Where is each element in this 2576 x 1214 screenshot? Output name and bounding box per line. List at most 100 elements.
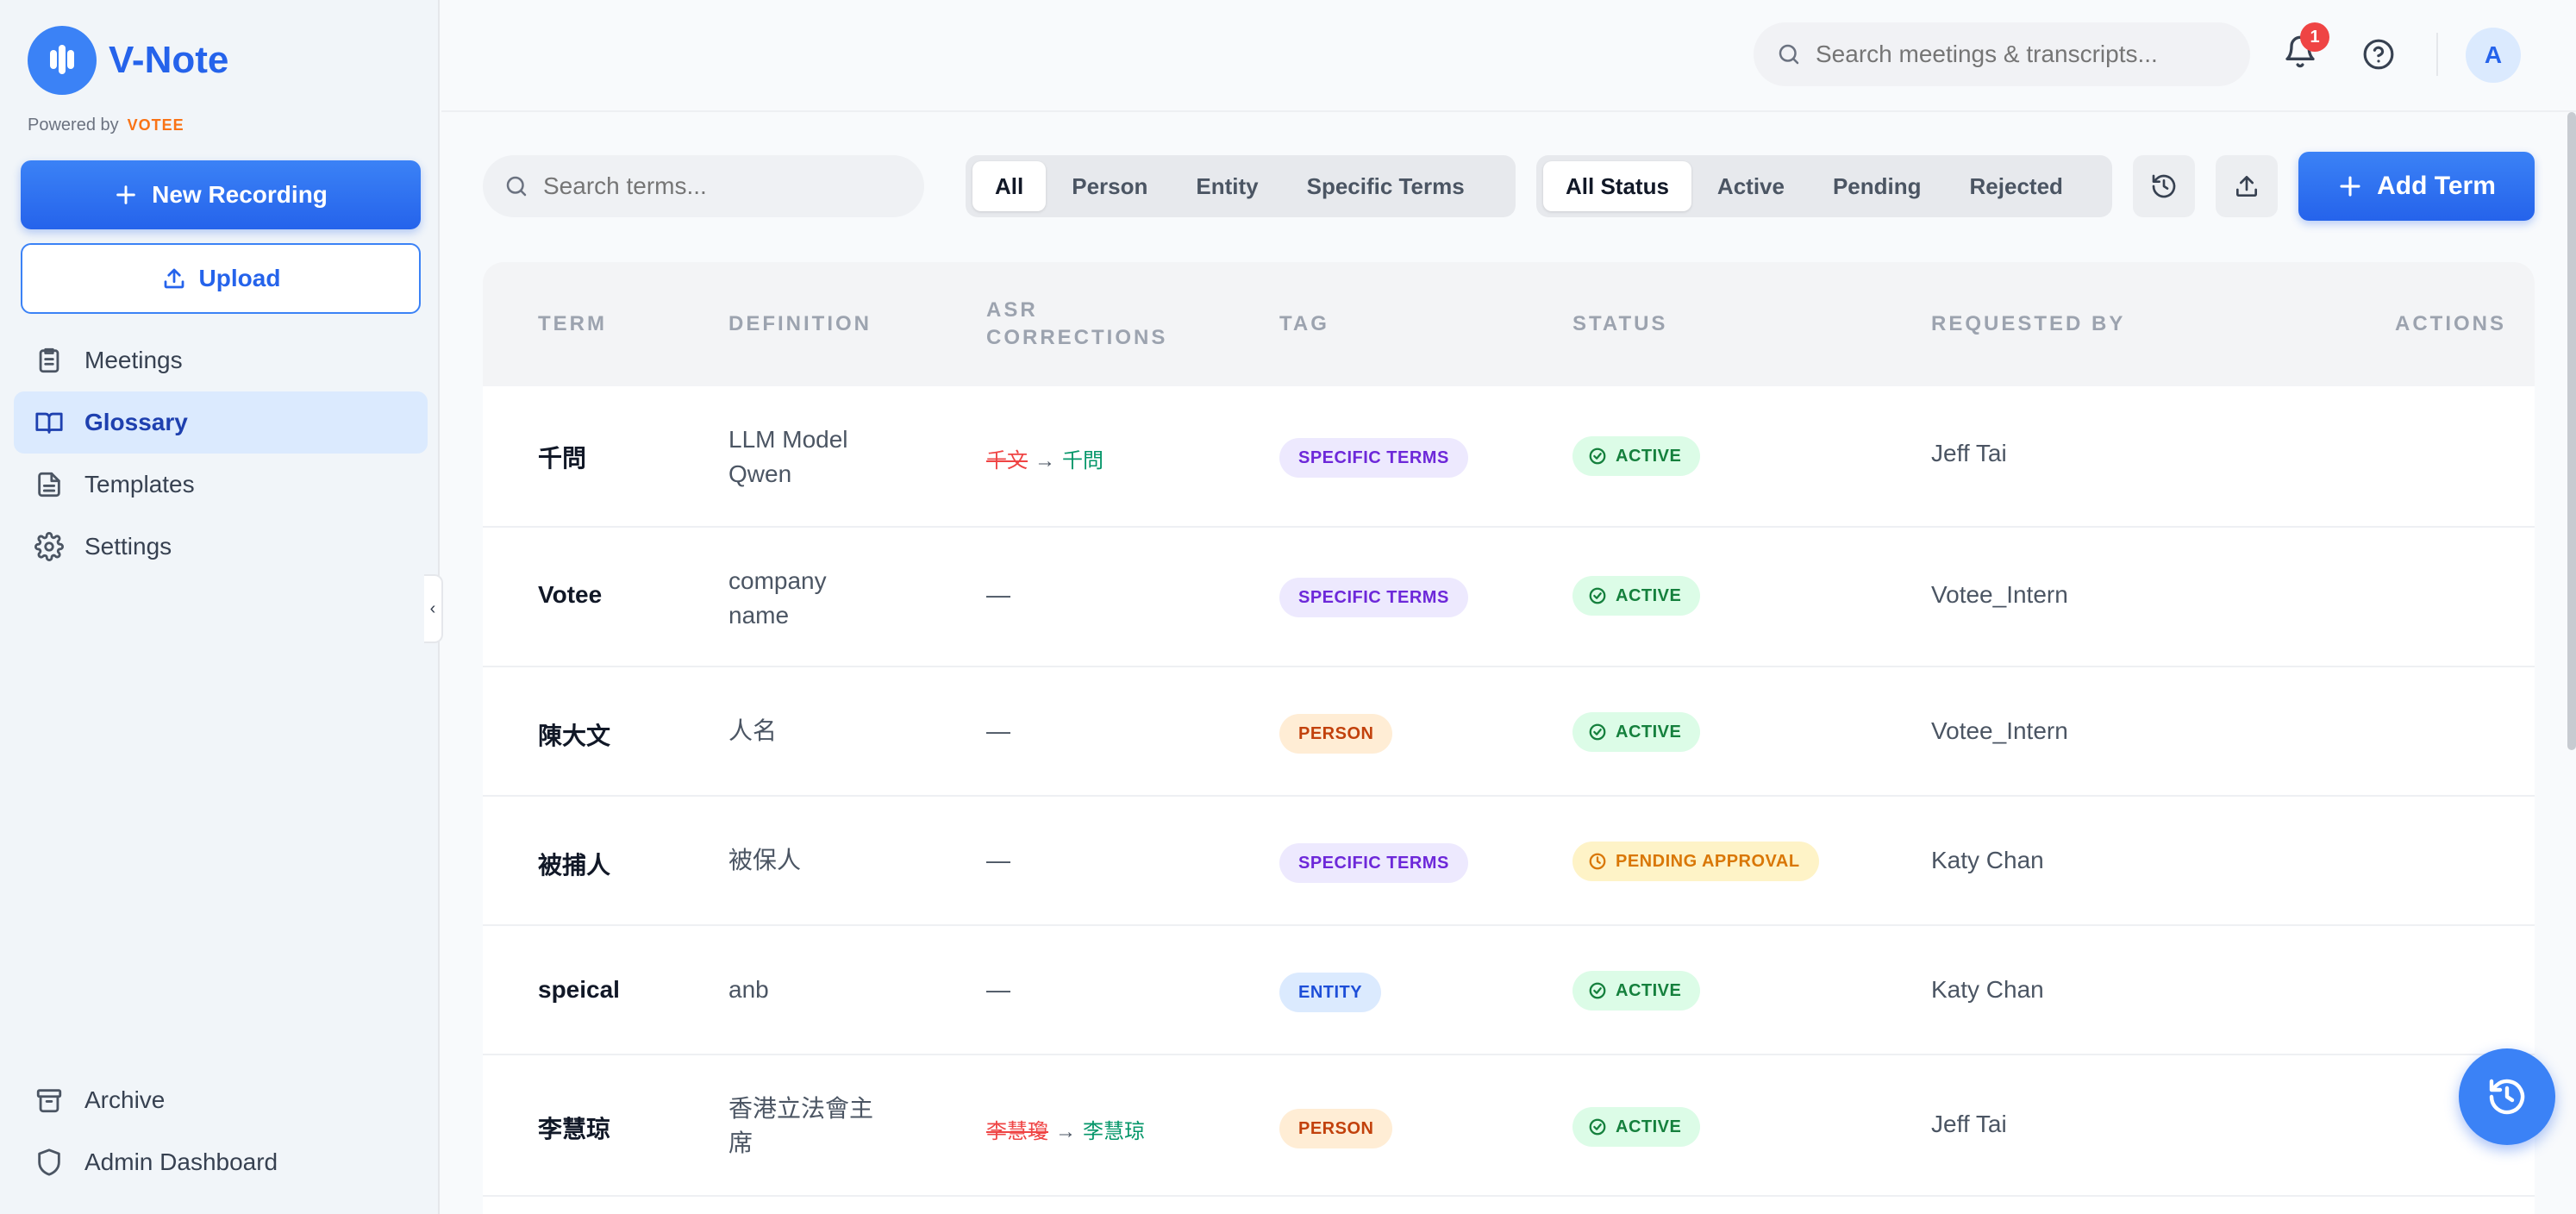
shield-icon [38, 1148, 60, 1176]
check-circle-icon [1589, 723, 1606, 741]
table-header: TERM DEFINITION ASR CORRECTIONS TAG STAT… [483, 262, 2535, 386]
column-header-status[interactable]: STATUS [1572, 310, 1667, 338]
check-circle-icon [1589, 447, 1606, 465]
notification-badge: 1 [2300, 22, 2329, 52]
glossary-table: TERM DEFINITION ASR CORRECTIONS TAG STAT… [483, 262, 2535, 1214]
clock-icon [1589, 853, 1606, 870]
status-label: ACTIVE [1616, 585, 1682, 605]
type-filter-entity[interactable]: Entity [1173, 161, 1280, 211]
check-circle-icon [1589, 982, 1606, 999]
asr-empty-cell: — [986, 581, 1010, 608]
asr-empty-cell: — [986, 847, 1010, 873]
column-header-requested-by[interactable]: REQUESTED BY [1931, 310, 2125, 338]
status-filter-pending[interactable]: Pending [1810, 161, 1944, 211]
tag-badge: ENTITY [1279, 973, 1382, 1012]
term-cell: 被捕人 [538, 852, 611, 879]
upload-label: Upload [198, 265, 281, 291]
requested-by-cell: Jeff Tai [1931, 440, 2007, 466]
sidebar-item-admin-dashboard[interactable]: Admin Dashboard [14, 1131, 428, 1193]
sidebar-item-label: Settings [84, 533, 172, 560]
definition-cell: 人名 [728, 717, 778, 744]
upload-button[interactable]: Upload [21, 243, 421, 314]
global-search[interactable] [1754, 22, 2250, 86]
term-cell: Votee [538, 581, 603, 608]
term-cell: 陳大文 [538, 723, 611, 749]
powered-by: Powered by VOTEE [28, 116, 184, 135]
sidebar-item-label: Meetings [84, 347, 183, 373]
global-search-input[interactable] [1816, 41, 2212, 68]
asr-empty-cell: — [986, 717, 1010, 744]
upload-icon [164, 268, 184, 289]
add-term-label: Add Term [2377, 172, 2496, 200]
status-filter-rejected[interactable]: Rejected [1948, 161, 2085, 211]
tag-badge: SPECIFIC TERMS [1279, 438, 1468, 478]
search-icon [1779, 44, 1799, 65]
type-filter-specific-terms[interactable]: Specific Terms [1285, 161, 1487, 211]
history-button[interactable] [2133, 155, 2195, 217]
definition-cell: 被保人 [728, 847, 802, 873]
sidebar-item-templates[interactable]: Templates [14, 454, 428, 516]
requested-by-cell: Votee_Intern [1931, 717, 2068, 744]
book-icon [35, 412, 63, 434]
page-scrollbar[interactable] [2567, 112, 2576, 750]
logo[interactable]: V-Note [28, 26, 228, 95]
term-search[interactable] [483, 155, 924, 217]
term-search-input[interactable] [543, 172, 905, 200]
history-fab-button[interactable] [2459, 1048, 2555, 1145]
table-row[interactable]: 李慧琼 香港立法會主席 李慧瓊 → 李慧琼 PERSON ACTIVE Jeff T… [483, 1055, 2535, 1197]
term-cell: 李慧琼 [538, 1116, 611, 1142]
status-label: ACTIVE [1616, 1117, 1682, 1136]
powered-by-label: Powered by [28, 116, 119, 135]
status-filter-active[interactable]: Active [1695, 161, 1807, 211]
table-row[interactable]: 被捕人 被保人 — SPECIFIC TERMS PENDING APPROVA… [483, 797, 2535, 926]
column-header-term[interactable]: TERM [538, 310, 607, 338]
column-header-tag[interactable]: TAG [1279, 310, 1329, 338]
table-row[interactable]: speical anb — ENTITY ACTIVE Katy Chan [483, 926, 2535, 1055]
status-badge: PENDING APPROVAL [1572, 842, 1819, 881]
search-icon [506, 176, 527, 197]
check-circle-icon [1589, 1118, 1606, 1136]
archive-icon [36, 1089, 62, 1113]
plus-icon [116, 185, 135, 204]
status-badge: ACTIVE [1572, 971, 1701, 1011]
sidebar-item-meetings[interactable]: Meetings [14, 329, 428, 391]
sidebar-item-archive[interactable]: Archive [14, 1069, 428, 1131]
column-header-actions: ACTIONS [2395, 312, 2506, 335]
status-filter-all[interactable]: All Status [1543, 161, 1691, 211]
status-badge: ACTIVE [1572, 1107, 1701, 1147]
table-row[interactable]: 陳大文 人名 — PERSON ACTIVE Votee_Intern [483, 667, 2535, 797]
table-row[interactable]: 千問 LLM Model Qwen 千文 → 千問 SPECIFIC TERMS A… [483, 386, 2535, 528]
votee-brand-logo: VOTEE [127, 116, 184, 134]
new-recording-button[interactable]: New Recording [21, 160, 421, 229]
tag-badge: SPECIFIC TERMS [1279, 843, 1468, 883]
check-circle-icon [1589, 587, 1606, 604]
history-icon [2152, 174, 2176, 198]
asr-empty-cell: — [986, 976, 1010, 1003]
avatar[interactable]: A [2466, 28, 2521, 83]
column-header-definition[interactable]: DEFINITION [728, 310, 872, 338]
history-icon [2489, 1079, 2525, 1115]
type-filter-all[interactable]: All [972, 161, 1047, 211]
type-filter-person[interactable]: Person [1049, 161, 1170, 211]
gear-icon [34, 532, 64, 561]
requested-by-cell: Katy Chan [1931, 847, 2044, 873]
sidebar-item-label: Glossary [84, 409, 188, 435]
status-label: ACTIVE [1616, 722, 1682, 742]
help-icon[interactable] [2362, 38, 2395, 71]
header-divider [2436, 33, 2438, 76]
definition-cell: company name [728, 567, 827, 629]
logo-mic-icon [28, 26, 97, 95]
sidebar-collapse-button[interactable]: ‹ [424, 574, 443, 643]
export-button[interactable] [2216, 155, 2278, 217]
asr-correction-cell: 李慧瓊 → 李慧琼 [986, 1114, 1145, 1144]
requested-by-cell: Katy Chan [1931, 976, 2044, 1003]
table-row[interactable]: Votee company name — SPECIFIC TERMS ACTI… [483, 528, 2535, 667]
requested-by-cell: Jeff Tai [1931, 1111, 2007, 1137]
sidebar-item-glossary[interactable]: Glossary [14, 391, 428, 454]
sidebar-item-settings[interactable]: Settings [14, 516, 428, 578]
add-term-button[interactable]: Add Term [2298, 152, 2535, 221]
column-header-asr-corrections[interactable]: ASR CORRECTIONS [986, 297, 1202, 352]
asr-right-text: 千問 [1062, 449, 1104, 472]
asr-correction-cell: 千文 → 千問 [986, 443, 1104, 473]
new-recording-label: New Recording [152, 181, 328, 208]
